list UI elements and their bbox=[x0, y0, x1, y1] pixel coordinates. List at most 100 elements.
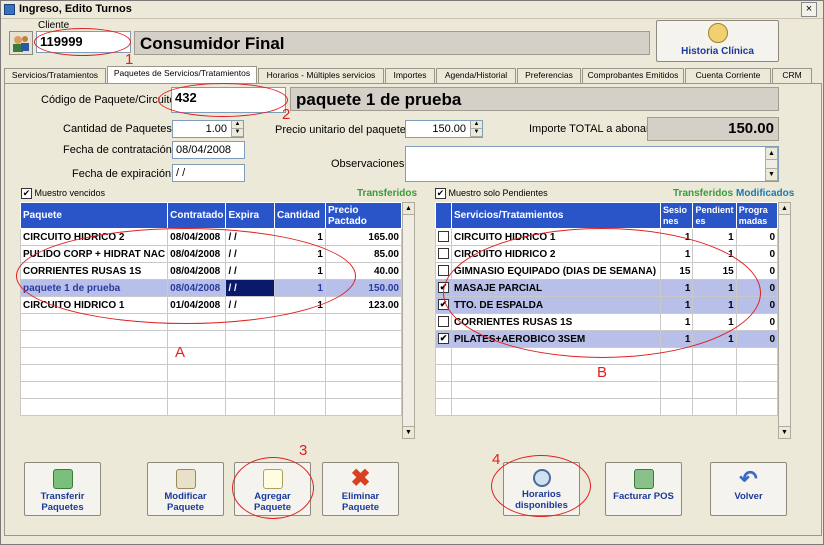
transferir-paquetes-button[interactable]: Transferir Paquetes bbox=[24, 462, 101, 516]
paquete-row[interactable]: paquete 1 de prueba 08/04/2008 / /1 150.00 bbox=[19, 279, 403, 297]
checkbox-icon bbox=[438, 248, 449, 260]
tab-agenda[interactable]: Agenda/Historial bbox=[436, 68, 516, 83]
servicio-cell: 1 bbox=[659, 313, 694, 331]
servicio-checkbox[interactable]: ✔ bbox=[435, 330, 452, 348]
codigo-input[interactable]: 432 bbox=[171, 87, 286, 113]
servicio-checkbox[interactable]: ✔ bbox=[435, 296, 452, 314]
paquete-row[interactable] bbox=[19, 398, 403, 416]
observaciones-textarea[interactable] bbox=[405, 146, 779, 182]
servicio-row[interactable]: CORRIENTES RUSAS 1S 1 1 0 bbox=[435, 313, 779, 331]
scroll-up-icon[interactable]: ▲ bbox=[403, 203, 414, 215]
annotation-number-4: 4 bbox=[492, 451, 501, 468]
client-avatar-icon[interactable] bbox=[9, 31, 33, 55]
close-button[interactable]: × bbox=[801, 2, 817, 17]
scroll-down-icon[interactable]: ▼ bbox=[403, 426, 414, 438]
servicio-checkbox[interactable]: ✔ bbox=[435, 279, 452, 297]
paquetes-grid[interactable]: Paquete Contratado Expira Cantidad Preci… bbox=[19, 202, 403, 416]
muestro-pendientes-checkbox[interactable]: ✔ Muestro solo Pendientes bbox=[435, 188, 548, 200]
servicio-row[interactable]: GIMNASIO EQUIPADO (DIAS DE SEMANA) 15 15 0 bbox=[435, 262, 779, 280]
precio-input[interactable]: 150.00 ▲ ▼ bbox=[405, 120, 483, 138]
col-contratado[interactable]: Contratado bbox=[167, 202, 227, 229]
tab-crm[interactable]: CRM bbox=[772, 68, 812, 83]
servicio-cell bbox=[451, 364, 661, 382]
paquete-row[interactable] bbox=[19, 381, 403, 399]
servicio-row[interactable] bbox=[435, 398, 779, 416]
col-sesiones[interactable]: Sesiones bbox=[659, 202, 694, 229]
col-cantidad[interactable]: Cantidad bbox=[274, 202, 326, 229]
volver-button[interactable]: ↶ Volver bbox=[710, 462, 787, 516]
paquete-row[interactable] bbox=[19, 347, 403, 365]
col-precio-pactado[interactable]: Precio Pactado bbox=[324, 202, 403, 229]
precio-spinner[interactable]: ▲ ▼ bbox=[470, 121, 482, 137]
col-paquete[interactable]: Paquete bbox=[19, 202, 169, 229]
scroll-up-icon[interactable]: ▲ bbox=[766, 148, 777, 160]
paquete-row[interactable] bbox=[19, 330, 403, 348]
tab-horarios[interactable]: Horarios - Múltiples servicios bbox=[258, 68, 384, 83]
tab-importes[interactable]: Importes bbox=[385, 68, 435, 83]
tab-preferencias[interactable]: Preferencias bbox=[517, 68, 581, 83]
servicio-row[interactable] bbox=[435, 347, 779, 365]
paquete-cell: paquete 1 de prueba bbox=[19, 279, 169, 297]
importe-value: 150.00 bbox=[728, 120, 774, 137]
servicio-checkbox[interactable] bbox=[435, 245, 452, 263]
cliente-code-input[interactable]: 119999 bbox=[36, 31, 131, 53]
servicio-checkbox[interactable] bbox=[435, 262, 452, 280]
servicio-cell: 0 bbox=[735, 262, 779, 280]
col-programadas[interactable]: Programadas bbox=[735, 202, 779, 229]
servicio-checkbox[interactable] bbox=[435, 398, 452, 416]
servicio-row[interactable]: CIRCUITO HIDRICO 2110 bbox=[435, 245, 779, 263]
tab-servicios[interactable]: Servicios/Tratamientos bbox=[4, 68, 106, 83]
modificar-paquete-button[interactable]: Modificar Paquete bbox=[147, 462, 224, 516]
paquete-cell: 08/04/2008 bbox=[167, 228, 227, 246]
servicio-checkbox[interactable] bbox=[435, 228, 452, 246]
tab-cuenta-corriente[interactable]: Cuenta Corriente bbox=[685, 68, 771, 83]
paquete-row[interactable]: CIRCUITO HIDRICO 2 08/04/2008 / /1 165.00 bbox=[19, 228, 403, 246]
precio-label: Precio unitario del paquete bbox=[275, 124, 406, 136]
servicio-cell: 0 bbox=[735, 279, 779, 297]
agregar-label: Agregar Paquete bbox=[254, 491, 291, 513]
servicio-row[interactable]: ✔ PILATES+AEROBICO 3SEM 1 1 0 bbox=[435, 330, 779, 348]
servicio-row[interactable]: ✔ MASAJE PARCIAL 1 1 0 bbox=[435, 279, 779, 297]
paquete-cell: 1 bbox=[274, 279, 326, 297]
cantidad-value: 1.00 bbox=[205, 123, 227, 135]
servicio-checkbox[interactable] bbox=[435, 381, 452, 399]
cantidad-input[interactable]: 1.00 ▲ ▼ bbox=[172, 120, 244, 138]
paquetes-scrollbar[interactable]: ▲ ▼ bbox=[402, 202, 415, 439]
servicio-checkbox[interactable] bbox=[435, 347, 452, 365]
eliminar-paquete-button[interactable]: ✖ Eliminar Paquete bbox=[322, 462, 399, 516]
paquete-cell bbox=[324, 364, 403, 382]
app-icon bbox=[4, 4, 15, 15]
muestro-vencidos-checkbox[interactable]: ✔ Muestro vencidos bbox=[21, 188, 105, 200]
historia-clinica-button[interactable]: Historia Clínica bbox=[656, 20, 779, 62]
paquete-row[interactable]: CIRCUITO HIDRICO 1 01/04/2008 / /1 123.00 bbox=[19, 296, 403, 314]
cantidad-spinner[interactable]: ▲ ▼ bbox=[231, 121, 243, 137]
col-expira[interactable]: Expira bbox=[225, 202, 276, 229]
servicio-checkbox[interactable] bbox=[435, 364, 452, 382]
agregar-paquete-button[interactable]: Agregar Paquete bbox=[234, 462, 311, 516]
servicio-row[interactable] bbox=[435, 381, 779, 399]
scroll-down-icon[interactable]: ▼ bbox=[766, 168, 777, 180]
paquete-row[interactable] bbox=[19, 313, 403, 331]
fecha-contratacion-input[interactable]: 08/04/2008 bbox=[172, 141, 245, 159]
paquete-cell: CIRCUITO HIDRICO 2 bbox=[19, 228, 169, 246]
col-pendientes[interactable]: Pendientes bbox=[692, 202, 737, 229]
facturar-pos-button[interactable]: Facturar POS bbox=[605, 462, 682, 516]
eliminar-label: Eliminar Paquete bbox=[341, 491, 380, 513]
servicio-row[interactable]: ✔ TTO. DE ESPALDA 1 1 0 bbox=[435, 296, 779, 314]
observaciones-scrollbar[interactable]: ▲ ▼ bbox=[765, 147, 778, 181]
paquete-row[interactable]: PULIDO CORP + HIDRAT NAC 08/04/2008 / /1 8… bbox=[19, 245, 403, 263]
col-servicios[interactable]: Servicios/Tratamientos bbox=[451, 202, 661, 229]
paquete-row[interactable]: CORRIENTES RUSAS 1S 08/04/2008 / /1 40.00 bbox=[19, 262, 403, 280]
scroll-down-icon[interactable]: ▼ bbox=[779, 426, 790, 438]
servicios-scrollbar[interactable]: ▲ ▼ bbox=[778, 202, 791, 439]
paquete-row[interactable] bbox=[19, 364, 403, 382]
scroll-up-icon[interactable]: ▲ bbox=[779, 203, 790, 215]
fecha-expiracion-input[interactable]: / / bbox=[172, 164, 245, 182]
servicios-grid[interactable]: Servicios/Tratamientos Sesiones Pendient… bbox=[435, 202, 779, 416]
servicio-row[interactable]: CIRCUITO HIDRICO 1110 bbox=[435, 228, 779, 246]
tab-comprobantes[interactable]: Comprobantes Emitidos bbox=[582, 68, 684, 83]
horarios-disponibles-button[interactable]: Horarios disponibles bbox=[503, 462, 580, 516]
tab-paquetes[interactable]: Paquetes de Servicios/Tratamientos bbox=[107, 66, 257, 83]
servicio-checkbox[interactable] bbox=[435, 313, 452, 331]
paquetes-header-row: Paquete Contratado Expira Cantidad Preci… bbox=[19, 202, 403, 229]
